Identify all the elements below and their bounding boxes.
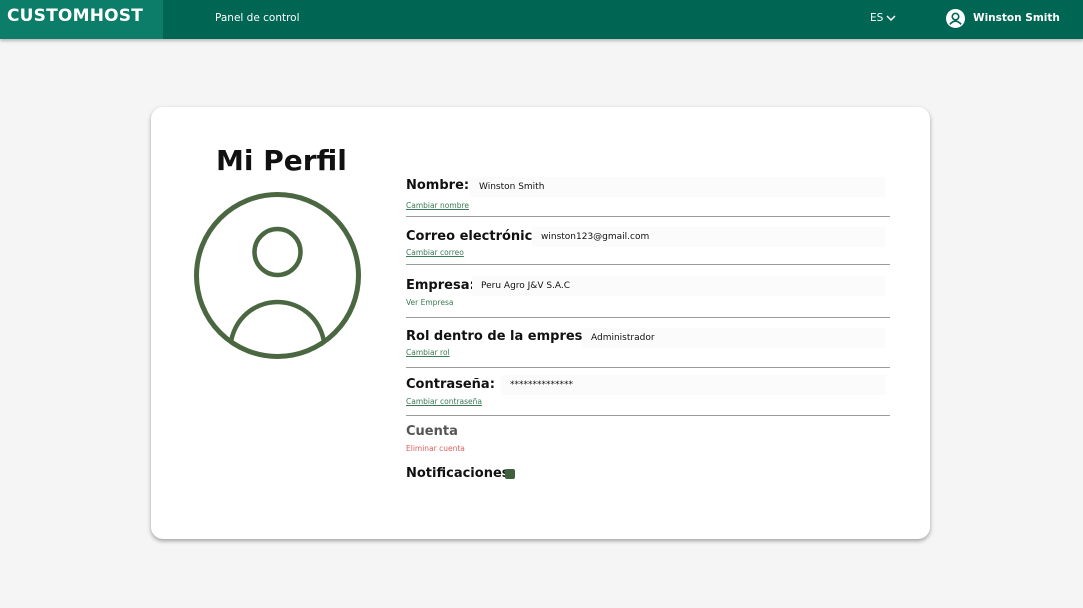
role-value: Administrador	[582, 328, 885, 348]
user-circle-icon	[194, 192, 361, 359]
change-email-link[interactable]: Cambiar correo	[406, 248, 464, 257]
role-label: Rol dentro de la empresa:	[406, 329, 597, 344]
language-label: ES	[870, 12, 884, 24]
delete-account-link[interactable]: Eliminar cuenta	[406, 444, 465, 453]
name-value: Winston Smith	[470, 177, 885, 197]
top-navbar: CUSTOMHOST Panel de control ES Winston S…	[0, 0, 1083, 39]
brand-logo[interactable]: CUSTOMHOST	[0, 0, 163, 39]
profile-card: Mi Perfil Nombre: Winston Smith Cambiar …	[151, 107, 930, 539]
view-company-link[interactable]: Ver Empresa	[406, 298, 453, 307]
divider	[406, 367, 890, 368]
divider	[406, 216, 890, 217]
page-title: Mi Perfil	[216, 144, 347, 177]
divider	[406, 317, 890, 318]
change-password-link[interactable]: Cambiar contraseña	[406, 397, 482, 406]
user-circle-icon	[946, 8, 965, 28]
user-name: Winston Smith	[973, 12, 1060, 24]
checkbox-checked-icon[interactable]	[505, 469, 515, 479]
change-name-link[interactable]: Cambiar nombre	[406, 201, 469, 210]
divider	[406, 415, 890, 416]
password-value: **************	[501, 375, 885, 395]
company-label: Empresa:	[406, 278, 475, 293]
email-value: winston123@gmail.com	[532, 227, 885, 247]
nav-link-panel[interactable]: Panel de control	[215, 0, 300, 36]
notifications-label: Notificaciones	[406, 466, 510, 481]
language-selector[interactable]: ES	[870, 0, 896, 36]
account-label: Cuenta	[406, 424, 458, 439]
password-label: Contraseña:	[406, 377, 495, 392]
chevron-down-icon	[886, 15, 896, 22]
change-role-link[interactable]: Cambiar rol	[406, 348, 450, 357]
name-label: Nombre:	[406, 178, 470, 193]
divider	[406, 264, 890, 265]
company-value: Peru Agro J&V S.A.C	[472, 276, 885, 296]
user-menu[interactable]: Winston Smith	[946, 0, 1060, 36]
email-label: Correo electrónico:	[406, 229, 547, 244]
